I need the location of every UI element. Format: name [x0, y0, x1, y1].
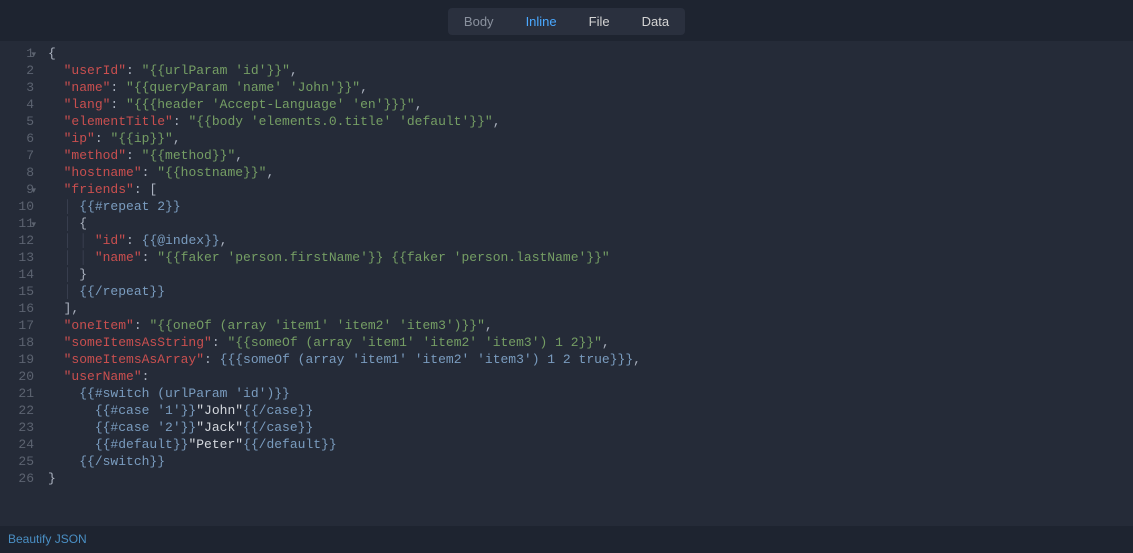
line-number: 4 [0, 96, 34, 113]
line-number: 13 [0, 249, 34, 266]
code-line[interactable]: {{#case '2'}}"Jack"{{/case}} [48, 419, 1133, 436]
code-line[interactable]: "lang": "{{{header 'Accept-Language' 'en… [48, 96, 1133, 113]
code-line[interactable]: │ │ "name": "{{faker 'person.firstName'}… [48, 249, 1133, 266]
line-number: 11▾ [0, 215, 34, 232]
line-number: 15 [0, 283, 34, 300]
line-number: 18 [0, 334, 34, 351]
tab-inline[interactable]: Inline [510, 8, 573, 35]
line-number: 26 [0, 470, 34, 487]
line-number: 2 [0, 62, 34, 79]
code-line[interactable]: │ │ "id": {{@index}}, [48, 232, 1133, 249]
code-line[interactable]: "userName": [48, 368, 1133, 385]
tab-bar: Body Inline File Data [0, 0, 1133, 41]
code-line[interactable]: │ { [48, 215, 1133, 232]
code-line[interactable]: "method": "{{method}}", [48, 147, 1133, 164]
code-line[interactable]: ], [48, 300, 1133, 317]
code-line[interactable]: │ } [48, 266, 1133, 283]
code-line[interactable]: "someItemsAsString": "{{someOf (array 'i… [48, 334, 1133, 351]
tab-body[interactable]: Body [448, 8, 510, 35]
code-line[interactable]: "userId": "{{urlParam 'id'}}", [48, 62, 1133, 79]
line-number: 6 [0, 130, 34, 147]
line-number: 10 [0, 198, 34, 215]
line-number: 9▾ [0, 181, 34, 198]
line-number: 14 [0, 266, 34, 283]
code-line[interactable]: } [48, 470, 1133, 487]
line-number: 25 [0, 453, 34, 470]
line-number: 22 [0, 402, 34, 419]
line-number: 16 [0, 300, 34, 317]
line-number: 20 [0, 368, 34, 385]
line-number: 24 [0, 436, 34, 453]
line-number: 7 [0, 147, 34, 164]
code-line[interactable]: {{#switch (urlParam 'id')}} [48, 385, 1133, 402]
line-number: 21 [0, 385, 34, 402]
line-number: 5 [0, 113, 34, 130]
code-line[interactable]: │ {{/repeat}} [48, 283, 1133, 300]
line-number: 8 [0, 164, 34, 181]
code-line[interactable]: "name": "{{queryParam 'name' 'John'}}", [48, 79, 1133, 96]
code-line[interactable]: {{/switch}} [48, 453, 1133, 470]
code-line[interactable]: "hostname": "{{hostname}}", [48, 164, 1133, 181]
code-editor[interactable]: 1▾23456789▾1011▾121314151617181920212223… [0, 41, 1133, 526]
editor-footer: Beautify JSON [0, 526, 1133, 553]
line-gutter: 1▾23456789▾1011▾121314151617181920212223… [0, 45, 44, 526]
code-line[interactable]: {{#default}}"Peter"{{/default}} [48, 436, 1133, 453]
line-number: 3 [0, 79, 34, 96]
line-number: 1▾ [0, 45, 34, 62]
tab-group: Body Inline File Data [448, 8, 685, 35]
code-line[interactable]: │ {{#repeat 2}} [48, 198, 1133, 215]
code-line[interactable]: "someItemsAsArray": {{{someOf (array 'it… [48, 351, 1133, 368]
code-content[interactable]: { "userId": "{{urlParam 'id'}}", "name":… [44, 45, 1133, 526]
tab-file[interactable]: File [573, 8, 626, 35]
code-line[interactable]: "friends": [ [48, 181, 1133, 198]
line-number: 17 [0, 317, 34, 334]
code-line[interactable]: {{#case '1'}}"John"{{/case}} [48, 402, 1133, 419]
code-line[interactable]: "elementTitle": "{{body 'elements.0.titl… [48, 113, 1133, 130]
line-number: 19 [0, 351, 34, 368]
tab-data[interactable]: Data [626, 8, 685, 35]
code-line[interactable]: "ip": "{{ip}}", [48, 130, 1133, 147]
line-number: 23 [0, 419, 34, 436]
code-line[interactable]: "oneItem": "{{oneOf (array 'item1' 'item… [48, 317, 1133, 334]
beautify-json-link[interactable]: Beautify JSON [8, 532, 87, 546]
code-line[interactable]: { [48, 45, 1133, 62]
line-number: 12 [0, 232, 34, 249]
